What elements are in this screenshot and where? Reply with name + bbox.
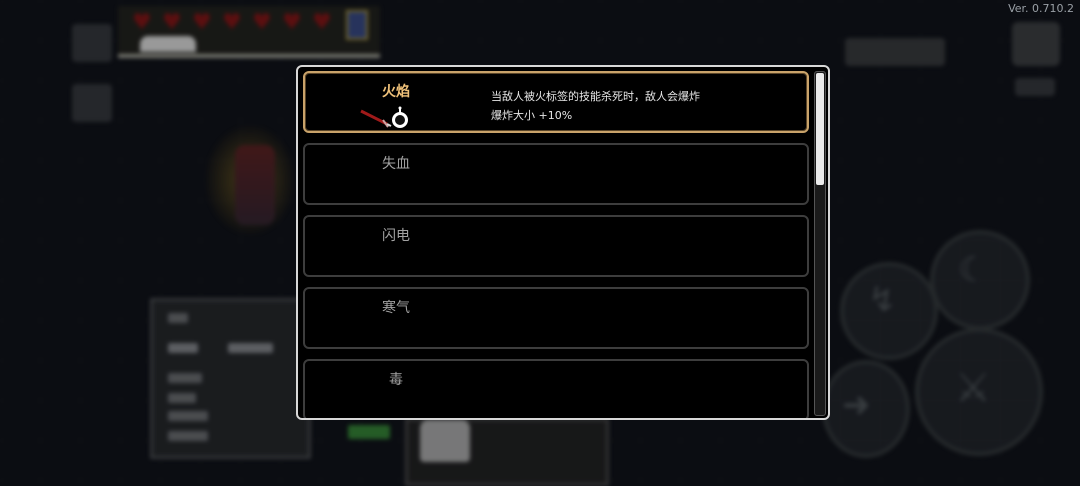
arrow-icon: ➜ bbox=[842, 385, 871, 425]
element-card-bleed[interactable]: 失血 bbox=[303, 143, 809, 205]
heart-icon: ♥ bbox=[252, 10, 272, 35]
blurred-name-label bbox=[140, 36, 196, 52]
element-card-poison[interactable]: 毒 bbox=[303, 359, 809, 418]
heart-icon: ♥ bbox=[222, 10, 242, 35]
scrollbar-thumb[interactable] bbox=[816, 73, 824, 185]
moon-icon: ☾ bbox=[958, 250, 989, 290]
map-button-bg bbox=[72, 84, 112, 122]
green-stat-badge bbox=[348, 425, 390, 439]
element-card-title: 毒 bbox=[389, 372, 403, 388]
element-card-title: 寒气 bbox=[382, 300, 410, 316]
shield-icon bbox=[346, 10, 368, 40]
lock-icon bbox=[420, 420, 470, 462]
element-card-title: 失血 bbox=[382, 156, 410, 172]
description-line: 爆炸大小 +10% bbox=[491, 109, 573, 122]
heart-icon: ♥ bbox=[192, 10, 212, 35]
element-card-fire[interactable]: 火焰 当敌人被火标签的技能杀死时，敌人会爆炸 爆炸大小 +10% bbox=[303, 71, 809, 133]
blurred-top-right-label bbox=[845, 38, 945, 66]
element-tag-list[interactable]: 火焰 当敌人被火标签的技能杀死时，敌人会爆炸 爆炸大小 +10% 失血 闪电 寒… bbox=[301, 69, 813, 418]
element-card-frost[interactable]: 寒气 bbox=[303, 287, 809, 349]
heart-icon: ♥ bbox=[312, 10, 332, 35]
character-sprite bbox=[235, 145, 275, 225]
sword-attack-icon: ⚔ bbox=[955, 365, 991, 411]
menu-button-bg bbox=[72, 24, 112, 62]
heart-icon: ♥ bbox=[132, 10, 152, 35]
heart-icon: ♥ bbox=[282, 10, 302, 35]
element-card-description: 当敌人被火标签的技能杀死时，敌人会爆炸 爆炸大小 +10% bbox=[491, 87, 791, 125]
version-label: Ver. 0.710.2 bbox=[1008, 2, 1074, 15]
dash-icon: ↯ bbox=[868, 280, 897, 320]
description-line: 当敌人被火标签的技能杀死时，敌人会爆炸 bbox=[491, 90, 700, 103]
settings-button-bg bbox=[1012, 22, 1060, 66]
element-card-title: 火焰 bbox=[382, 84, 410, 100]
currency-indicator bbox=[1015, 78, 1055, 96]
element-card-title: 闪电 bbox=[382, 228, 410, 244]
bomb-icon bbox=[392, 106, 408, 128]
list-scrollbar[interactable] bbox=[814, 71, 826, 416]
heart-icon: ♥ bbox=[162, 10, 182, 35]
element-card-lightning[interactable]: 闪电 bbox=[303, 215, 809, 277]
health-bar-bg: ♥ ♥ ♥ ♥ ♥ ♥ ♥ bbox=[118, 6, 380, 58]
stats-panel bbox=[150, 298, 311, 459]
element-tag-modal: 火焰 当敌人被火标签的技能杀死时，敌人会爆炸 爆炸大小 +10% 失血 闪电 寒… bbox=[296, 65, 830, 420]
